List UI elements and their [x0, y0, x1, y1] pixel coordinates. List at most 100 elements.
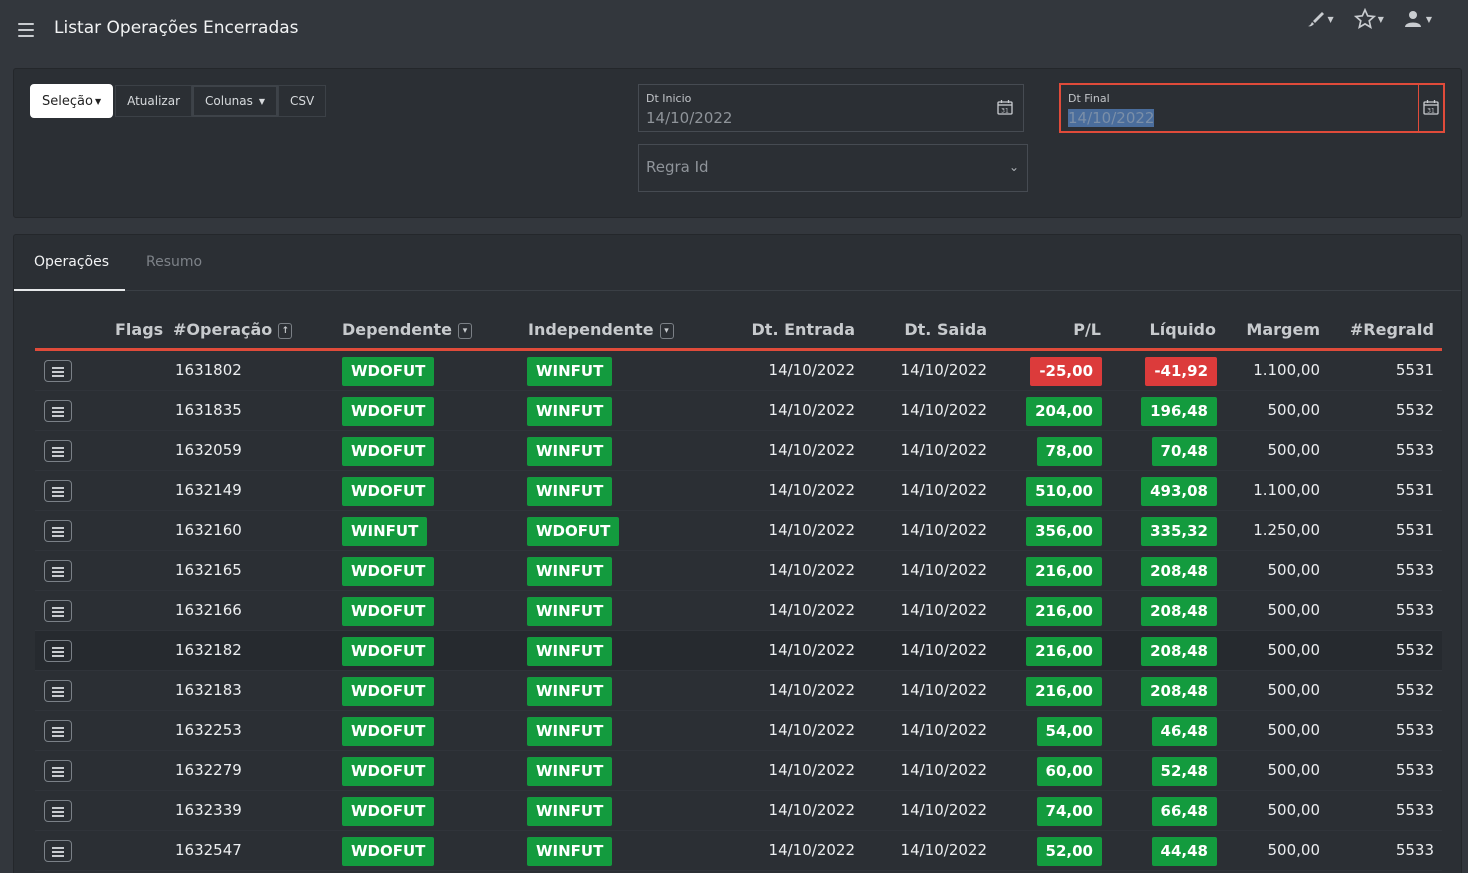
operacao-cell: 1631802: [175, 361, 242, 379]
hamburger-menu-icon[interactable]: [18, 23, 34, 37]
pl-badge: 52,00: [1036, 837, 1102, 866]
row-details-icon[interactable]: [44, 440, 72, 462]
operations-table: Flags #Operação ↑ Dependente ▾ Independent…: [35, 313, 1442, 871]
row-details-icon[interactable]: [44, 720, 72, 742]
dt-entrada-cell: 14/10/2022: [768, 801, 855, 819]
dt-saida-cell: 14/10/2022: [900, 561, 987, 579]
star-icon[interactable]: ▼: [1353, 8, 1384, 30]
brush-icon[interactable]: ▼: [1306, 8, 1334, 30]
colunas-label: Colunas: [205, 94, 253, 108]
pl-badge: 216,00: [1026, 557, 1102, 586]
row-details-icon[interactable]: [44, 760, 72, 782]
liquido-badge: 208,48: [1141, 677, 1217, 706]
row-details-icon[interactable]: [44, 560, 72, 582]
liquido-badge: 44,48: [1151, 837, 1217, 866]
margem-cell: 500,00: [1267, 761, 1321, 779]
user-icon[interactable]: ▼: [1404, 8, 1432, 30]
table-row[interactable]: 1631835 WDOFUT WINFUT 14/10/2022 14/10/2022 2…: [35, 391, 1442, 431]
pl-badge: 78,00: [1036, 437, 1102, 466]
dependente-badge: WDOFUT: [342, 837, 435, 866]
divider: [1418, 85, 1419, 131]
operacao-cell: 1632165: [175, 561, 242, 579]
selecao-dropdown-button[interactable]: Seleção ▼: [30, 84, 114, 118]
table-row[interactable]: 1632059 WDOFUT WINFUT 14/10/2022 14/10/2022 7…: [35, 431, 1442, 471]
table-row[interactable]: 1632160 WINFUT WDOFUT 14/10/2022 14/10/2022 3…: [35, 511, 1442, 551]
pl-badge: 216,00: [1026, 597, 1102, 626]
row-details-icon[interactable]: [44, 640, 72, 662]
pl-badge: 510,00: [1026, 477, 1102, 506]
independente-badge: WINFUT: [527, 357, 613, 386]
table-row[interactable]: 1632339 WDOFUT WINFUT 14/10/2022 14/10/2022 7…: [35, 791, 1442, 831]
table-row[interactable]: 1632166 WDOFUT WINFUT 14/10/2022 14/10/2022 2…: [35, 591, 1442, 631]
column-header-flags[interactable]: Flags: [115, 320, 163, 339]
dt-saida-cell: 14/10/2022: [900, 401, 987, 419]
dt-final-value: 14/10/2022: [1068, 109, 1155, 127]
row-details-icon[interactable]: [44, 400, 72, 422]
regraid-cell: 5532: [1395, 681, 1434, 699]
liquido-badge: 493,08: [1141, 477, 1217, 506]
margem-cell: 500,00: [1267, 721, 1321, 739]
dependente-badge: WDOFUT: [342, 677, 435, 706]
dt-entrada-cell: 14/10/2022: [768, 721, 855, 739]
dt-final-field[interactable]: Dt Final 14/10/2022 31: [1060, 84, 1444, 132]
dependente-badge: WDOFUT: [342, 597, 435, 626]
table-row[interactable]: 1632183 WDOFUT WINFUT 14/10/2022 14/10/2022 2…: [35, 671, 1442, 711]
filter-panel: Seleção ▼ Atualizar Colunas ▼ CSV Dt Ini…: [13, 68, 1462, 218]
dt-entrada-cell: 14/10/2022: [768, 841, 855, 859]
independente-badge: WINFUT: [527, 837, 613, 866]
colunas-dropdown-button[interactable]: Colunas ▼: [192, 85, 279, 117]
table-row[interactable]: 1632547 WDOFUT WINFUT 14/10/2022 14/10/2022 5…: [35, 831, 1442, 871]
independente-badge: WINFUT: [527, 437, 613, 466]
column-header-dt-saida[interactable]: Dt. Saida: [904, 320, 987, 339]
dt-saida-cell: 14/10/2022: [900, 441, 987, 459]
row-details-icon[interactable]: [44, 600, 72, 622]
table-row[interactable]: 1632165 WDOFUT WINFUT 14/10/2022 14/10/2022 2…: [35, 551, 1442, 591]
table-row[interactable]: 1632279 WDOFUT WINFUT 14/10/2022 14/10/2022 6…: [35, 751, 1442, 791]
table-row[interactable]: 1631802 WDOFUT WINFUT 14/10/2022 14/10/2022 -…: [35, 351, 1442, 391]
operacao-cell: 1632182: [175, 641, 242, 659]
row-details-icon[interactable]: [44, 520, 72, 542]
filter-dropdown-icon[interactable]: ▾: [659, 323, 674, 339]
pl-badge: 356,00: [1026, 517, 1102, 546]
column-header-dependente[interactable]: Dependente ▾: [342, 320, 473, 339]
column-header-margem[interactable]: Margem: [1246, 320, 1320, 339]
chevron-down-icon: ▼: [94, 96, 102, 106]
dt-inicio-field[interactable]: Dt Inicio 14/10/2022 31: [638, 84, 1024, 132]
row-details-icon[interactable]: [44, 680, 72, 702]
row-details-icon[interactable]: [44, 840, 72, 862]
column-header-liquido[interactable]: Líquido: [1150, 320, 1216, 339]
liquido-badge: 208,48: [1141, 597, 1217, 626]
tab-resumo[interactable]: Resumo: [146, 254, 202, 270]
table-row[interactable]: 1632182 WDOFUT WINFUT 14/10/2022 14/10/2022 2…: [35, 631, 1442, 671]
row-details-icon[interactable]: [44, 800, 72, 822]
regra-id-placeholder: Regra Id: [646, 158, 709, 176]
sort-ascending-icon[interactable]: ↑: [278, 323, 293, 339]
liquido-badge: 46,48: [1151, 717, 1217, 746]
column-header-dt-entrada[interactable]: Dt. Entrada: [752, 320, 855, 339]
margem-cell: 500,00: [1267, 801, 1321, 819]
calendar-icon[interactable]: 31: [997, 99, 1013, 115]
table-body: 1631802 WDOFUT WINFUT 14/10/2022 14/10/2022 -…: [35, 351, 1442, 871]
tab-operacoes[interactable]: Operações: [34, 254, 109, 270]
filter-dropdown-icon[interactable]: ▾: [458, 323, 473, 339]
liquido-badge: 208,48: [1141, 557, 1217, 586]
csv-button[interactable]: CSV: [278, 85, 327, 117]
pl-badge: -25,00: [1030, 357, 1102, 386]
dependente-badge: WDOFUT: [342, 757, 435, 786]
dt-saida-cell: 14/10/2022: [900, 481, 987, 499]
table-row[interactable]: 1632253 WDOFUT WINFUT 14/10/2022 14/10/2022 5…: [35, 711, 1442, 751]
atualizar-button[interactable]: Atualizar: [115, 85, 193, 117]
calendar-icon[interactable]: 31: [1423, 99, 1439, 115]
column-header-regraid[interactable]: #RegraId: [1350, 320, 1434, 339]
column-header-pl[interactable]: P/L: [1073, 320, 1101, 339]
pl-badge: 216,00: [1026, 637, 1102, 666]
column-header-independente[interactable]: Independente ▾: [528, 320, 674, 339]
dt-final-label: Dt Final: [1068, 92, 1110, 105]
regraid-cell: 5533: [1395, 561, 1434, 579]
row-details-icon[interactable]: [44, 360, 72, 382]
column-header-operacao[interactable]: #Operação ↑: [173, 320, 293, 339]
regra-id-select[interactable]: Regra Id ⌄: [638, 144, 1028, 192]
margem-cell: 500,00: [1267, 601, 1321, 619]
table-row[interactable]: 1632149 WDOFUT WINFUT 14/10/2022 14/10/2022 5…: [35, 471, 1442, 511]
row-details-icon[interactable]: [44, 480, 72, 502]
